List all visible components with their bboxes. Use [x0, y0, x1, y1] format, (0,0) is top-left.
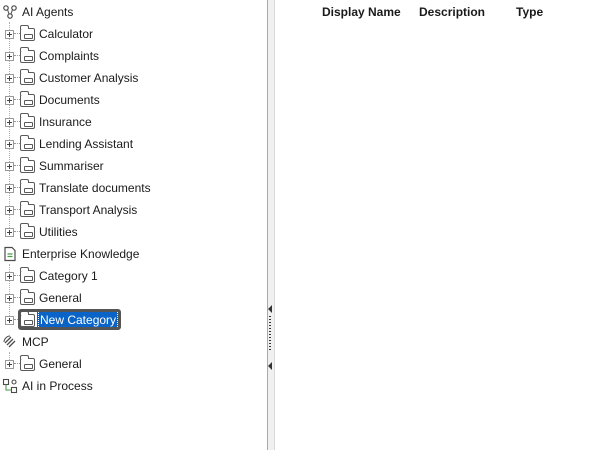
tree-node-label: AI in Process	[22, 379, 93, 393]
tree-node-new-category[interactable]: New Category	[5, 309, 120, 331]
tree-node-general[interactable]: General	[5, 287, 82, 309]
folder-icon	[20, 24, 35, 41]
tree-node-summariser[interactable]: Summariser	[5, 155, 104, 177]
column-header-description[interactable]: Description	[419, 5, 485, 19]
tree-node-calculator[interactable]: Calculator	[5, 23, 93, 45]
folder-icon	[20, 134, 35, 151]
tree-node-mcp[interactable]: MCP	[2, 331, 49, 353]
list-header: Display Name Description Type	[275, 0, 611, 23]
tree-node-label: MCP	[22, 335, 49, 349]
expand-icon[interactable]	[5, 95, 14, 105]
tree-node-label: Documents	[39, 93, 100, 107]
tree-node-label: Customer Analysis	[39, 71, 139, 85]
folder-icon	[20, 46, 35, 63]
tree-node-customer-analysis[interactable]: Customer Analysis	[5, 67, 138, 89]
item-list[interactable]: Display Name Description Type	[275, 0, 611, 450]
column-header-display-name[interactable]: Display Name	[322, 5, 401, 19]
tree-node-label: Category 1	[39, 269, 98, 283]
expand-icon[interactable]	[5, 51, 14, 61]
folder-icon	[20, 178, 35, 195]
collapse-left-arrow-icon[interactable]	[268, 362, 272, 370]
tree-node-label: Summariser	[39, 159, 104, 173]
splitter-grip-icon[interactable]	[269, 316, 271, 352]
tree-node-insurance[interactable]: Insurance	[5, 111, 92, 133]
folder-icon	[20, 200, 35, 217]
tree-node-lending-assistant[interactable]: Lending Assistant	[5, 133, 133, 155]
tree-node-label: Lending Assistant	[39, 137, 134, 151]
ai-agents-icon	[3, 5, 17, 19]
expand-icon[interactable]	[5, 161, 14, 171]
category-tree[interactable]: AI Agents Calculator Complaints Customer…	[0, 0, 268, 450]
tree-node-label: Translate documents	[39, 181, 151, 195]
tree-node-label: General	[39, 291, 82, 305]
tree-node-label: General	[39, 357, 82, 371]
expand-icon[interactable]	[5, 293, 14, 303]
tree-node-label: AI Agents	[22, 5, 74, 19]
tree-node-label: Enterprise Knowledge	[22, 247, 140, 261]
expand-icon[interactable]	[5, 315, 14, 325]
process-icon	[2, 378, 18, 394]
expand-icon[interactable]	[5, 139, 14, 149]
tree-node-utilities[interactable]: Utilities	[5, 221, 78, 243]
pane-splitter[interactable]	[268, 0, 275, 450]
folder-icon	[20, 90, 35, 107]
folder-icon	[20, 68, 35, 85]
tree-node-label: Transport Analysis	[39, 203, 138, 217]
folder-icon	[20, 288, 35, 305]
expand-icon[interactable]	[5, 73, 14, 83]
folder-icon	[20, 310, 35, 327]
collapse-left-arrow-icon[interactable]	[268, 305, 272, 313]
tree-node-translate-documents[interactable]: Translate documents	[5, 177, 151, 199]
expand-icon[interactable]	[5, 271, 14, 281]
tree-node-label: Insurance	[39, 115, 92, 129]
expand-icon[interactable]	[5, 183, 14, 193]
folder-icon	[20, 266, 35, 283]
tree-node-ai-in-process[interactable]: AI in Process	[2, 375, 93, 397]
folder-icon	[20, 222, 35, 239]
folder-icon	[20, 112, 35, 129]
expand-icon[interactable]	[5, 359, 14, 369]
tree-node-category-1[interactable]: Category 1	[5, 265, 98, 287]
tree-node-label: Complaints	[39, 49, 100, 63]
document-icon	[4, 246, 16, 262]
folder-icon	[20, 156, 35, 173]
rename-input[interactable]: New Category	[36, 310, 120, 330]
tree-node-label: Utilities	[39, 225, 78, 239]
expand-icon[interactable]	[5, 227, 14, 237]
tree-node-documents[interactable]: Documents	[5, 89, 100, 111]
tree-node-complaints[interactable]: Complaints	[5, 45, 99, 67]
tree-node-transport-analysis[interactable]: Transport Analysis	[5, 199, 137, 221]
folder-icon	[20, 354, 35, 371]
tree-node-label: Calculator	[39, 27, 94, 41]
tree-node-enterprise-knowledge[interactable]: Enterprise Knowledge	[2, 243, 139, 265]
expand-icon[interactable]	[5, 205, 14, 215]
expand-icon[interactable]	[5, 117, 14, 127]
expand-icon[interactable]	[5, 29, 14, 39]
column-header-type[interactable]: Type	[516, 5, 543, 19]
mcp-icon	[3, 335, 16, 348]
tree-node-mcp-general[interactable]: General	[5, 353, 82, 375]
tree-node-ai-agents[interactable]: AI Agents	[2, 1, 73, 23]
